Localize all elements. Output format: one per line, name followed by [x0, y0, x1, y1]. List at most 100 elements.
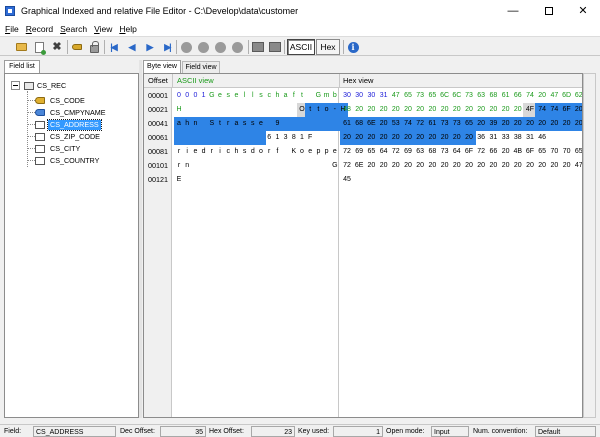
status-dec-offset-label: Dec Offset:	[120, 428, 155, 435]
circle-button-4[interactable]	[230, 40, 244, 54]
tree-connector	[27, 124, 35, 125]
tree-item-label: CS_CMPYNAME	[50, 107, 106, 117]
tree-item-cs-cmpyname[interactable]: CS_CMPYNAME	[27, 107, 108, 118]
tree-item-label: CS_ZIP_CODE	[50, 131, 100, 141]
hex-cell[interactable]: 62	[572, 89, 582, 103]
hex-cell[interactable]: 47	[572, 159, 582, 173]
ascii-cell[interactable]: G	[330, 159, 340, 173]
circle-icon	[214, 41, 226, 53]
hex-cell[interactable]: 20	[571, 103, 582, 117]
byte-view-grid[interactable]: Offset ASCII view Hex view 00001 0 0 0 1 Ge s e…	[143, 73, 583, 418]
maximize-button[interactable]	[532, 0, 566, 22]
open-folder-button[interactable]	[14, 40, 28, 54]
offset-cell: 00001	[148, 91, 168, 100]
tree-item-cs-zip-code[interactable]: CS_ZIP_CODE	[27, 131, 102, 142]
tree-item-label: CS_COUNTRY	[50, 155, 100, 165]
tree-root-label: CS_REC	[37, 81, 67, 90]
menu-search[interactable]: Search	[60, 24, 87, 34]
tab-field-view[interactable]: Field view	[182, 61, 220, 73]
tree-item-cs-city[interactable]: CS_CITY	[27, 143, 82, 154]
progress-button-1[interactable]	[251, 40, 265, 54]
close-button[interactable]: ✕	[566, 0, 600, 22]
progress-icon	[269, 42, 281, 52]
toolbar-separator	[104, 40, 105, 54]
hex-cell[interactable]: 65	[572, 145, 582, 159]
status-field-label: Field:	[4, 428, 22, 435]
status-key-used-label: Key used:	[298, 428, 330, 435]
previous-record-button[interactable]: ◀	[124, 40, 138, 54]
ascii-cell[interactable]: F	[305, 131, 315, 145]
circle-button-2[interactable]	[196, 40, 210, 54]
title-bar: Graphical Indexed and relative File Edit…	[0, 0, 600, 22]
circle-icon	[180, 41, 192, 53]
key-icon	[35, 97, 45, 104]
tree-item-cs-country[interactable]: CS_COUNTRY	[27, 155, 101, 166]
circle-button-3[interactable]	[213, 40, 227, 54]
tree-item-label: CS_CITY	[50, 143, 81, 153]
field-icon	[35, 144, 45, 153]
hex-toggle-button[interactable]: Hex	[316, 39, 340, 55]
status-open-mode-label: Open mode:	[386, 428, 425, 435]
collapse-icon[interactable]	[11, 81, 20, 90]
field-icon	[35, 132, 45, 141]
maximize-icon	[545, 7, 553, 16]
info-button[interactable]: i	[346, 40, 360, 54]
lock-button[interactable]	[87, 40, 101, 54]
menu-help[interactable]: Help	[119, 24, 136, 34]
circle-button-1[interactable]	[179, 40, 193, 54]
info-icon: i	[347, 41, 359, 53]
ascii-view-header: ASCII view	[172, 74, 339, 88]
record-icon	[24, 81, 34, 90]
grid-separator	[338, 88, 339, 417]
status-dec-offset-value: 35	[160, 426, 206, 437]
window-title: Graphical Indexed and relative File Edit…	[21, 6, 299, 16]
offset-header: Offset	[144, 74, 172, 88]
key-button[interactable]	[70, 40, 84, 54]
first-record-icon: |◀	[110, 41, 118, 52]
next-record-button[interactable]: ▶	[142, 40, 156, 54]
tree-connector	[27, 160, 35, 161]
last-record-button[interactable]: ▶|	[160, 40, 174, 54]
ascii-cell[interactable]	[329, 117, 340, 131]
delete-button[interactable]: ✖	[50, 40, 64, 54]
offset-cell: 00021	[148, 105, 168, 114]
menu-view[interactable]: View	[94, 24, 112, 34]
status-bar: Field: CS_ADDRESS Dec Offset: 35 Hex Off…	[0, 424, 600, 437]
tab-field-list[interactable]: Field list	[4, 60, 40, 73]
tree-item-label: CS_CODE	[50, 95, 85, 105]
panel-splitter[interactable]	[139, 60, 142, 418]
menu-record[interactable]: Record	[26, 24, 53, 34]
hex-cell[interactable]: 46	[535, 131, 549, 145]
status-open-mode-value: Input	[431, 426, 469, 437]
next-record-icon: ▶	[146, 41, 154, 52]
status-field-value: CS_ADDRESS	[33, 426, 116, 437]
hex-cell[interactable]: 20	[571, 117, 582, 131]
minimize-button[interactable]: —	[496, 0, 530, 22]
hex-view-header: Hex view	[339, 74, 582, 88]
last-record-icon: ▶|	[164, 41, 172, 52]
toolbar-separator	[176, 40, 177, 54]
offset-cell: 00041	[148, 119, 168, 128]
ascii-cell[interactable]: E	[174, 173, 184, 187]
hex-cell[interactable]: 45	[340, 173, 354, 187]
progress-button-2[interactable]	[268, 40, 282, 54]
offset-cell: 00101	[148, 161, 168, 170]
ascii-cell[interactable]: e	[330, 145, 340, 159]
new-record-button[interactable]	[32, 40, 46, 55]
tree-connector	[27, 100, 35, 101]
tab-byte-view[interactable]: Byte view	[143, 60, 181, 73]
app-icon	[5, 6, 15, 16]
ascii-cell[interactable]: b	[330, 89, 340, 103]
vertical-scrollbar[interactable]	[583, 73, 596, 418]
delete-icon: ✖	[52, 40, 62, 53]
tree-root-cs-rec[interactable]: CS_REC	[11, 81, 66, 90]
ascii-toggle-button[interactable]: ASCII	[287, 39, 315, 55]
toolbar-separator	[284, 40, 285, 54]
tree-item-cs-address[interactable]: CS_ADDRESS	[27, 118, 102, 131]
status-num-convention-label: Num. convention:	[473, 428, 528, 435]
menu-file[interactable]: File	[5, 24, 19, 34]
first-record-button[interactable]: |◀	[106, 40, 120, 54]
open-folder-icon	[15, 43, 27, 51]
tree-item-cs-code[interactable]: CS_CODE	[27, 95, 87, 106]
tree-connector	[27, 112, 35, 113]
